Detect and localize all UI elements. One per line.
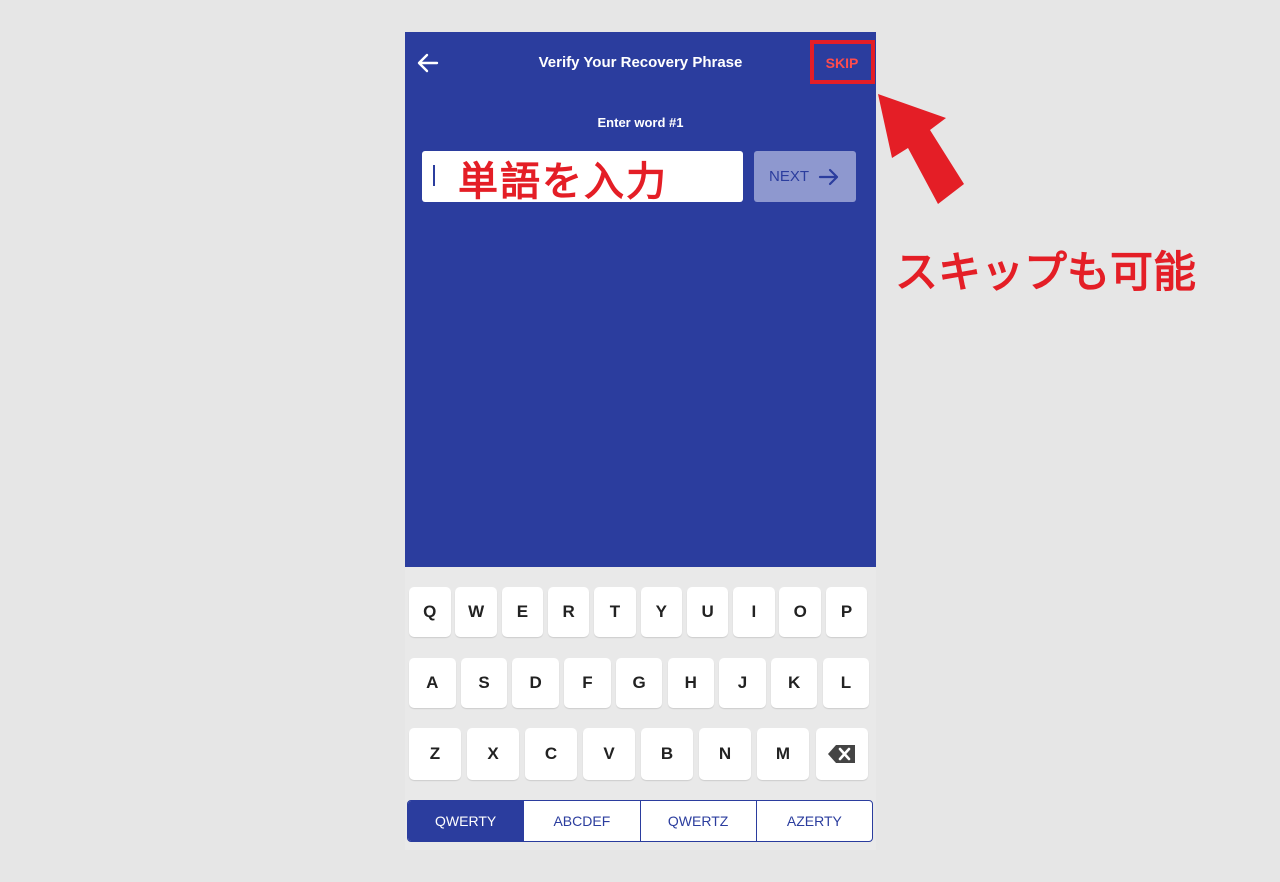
- backspace-icon: [828, 745, 855, 763]
- key-h[interactable]: H: [667, 658, 715, 708]
- skip-highlight-box: [810, 40, 875, 84]
- key-f[interactable]: F: [564, 658, 611, 708]
- key-b[interactable]: B: [641, 728, 693, 780]
- key-k[interactable]: K: [770, 658, 818, 708]
- key-o[interactable]: O: [779, 587, 821, 637]
- key-d[interactable]: D: [512, 658, 559, 708]
- layout-tab-abcdef[interactable]: ABCDEF: [523, 801, 639, 841]
- layout-tab-qwerty[interactable]: QWERTY: [408, 801, 524, 841]
- key-a[interactable]: A: [409, 658, 456, 708]
- layout-tab-qwertz[interactable]: QWERTZ: [639, 801, 756, 841]
- top-bar: Verify Your Recovery Phrase SKIP: [405, 32, 876, 92]
- on-screen-keyboard: QWERTYUIOPASDFGHJKLZXCVBNM QWERTY ABCDEF…: [405, 567, 876, 850]
- next-button[interactable]: NEXT: [754, 151, 856, 202]
- key-u[interactable]: U: [686, 587, 729, 637]
- next-label: NEXT: [768, 168, 809, 185]
- pointer-arrow-icon: [878, 94, 964, 204]
- key-j[interactable]: J: [719, 658, 766, 708]
- backspace-key[interactable]: [816, 728, 868, 780]
- key-c[interactable]: C: [525, 728, 577, 780]
- skip-annotation: スキップも可能: [895, 248, 1196, 298]
- key-l[interactable]: L: [822, 658, 870, 708]
- arrow-right-icon: [818, 168, 839, 185]
- key-s[interactable]: S: [460, 658, 508, 708]
- word-prompt: Enter word #1: [597, 115, 684, 130]
- key-z[interactable]: Z: [409, 728, 461, 780]
- page-title: Verify Your Recovery Phrase: [538, 54, 743, 71]
- key-m[interactable]: M: [757, 728, 809, 780]
- text-caret: [433, 165, 435, 186]
- key-q[interactable]: Q: [409, 587, 451, 637]
- key-e[interactable]: E: [501, 587, 544, 637]
- key-i[interactable]: I: [733, 587, 775, 637]
- key-g[interactable]: G: [615, 658, 663, 708]
- key-v[interactable]: V: [583, 728, 635, 780]
- key-w[interactable]: W: [455, 587, 497, 637]
- layout-selector: QWERTY ABCDEF QWERTZ AZERTY: [407, 800, 873, 842]
- layout-tab-azerty[interactable]: AZERTY: [755, 801, 872, 841]
- key-p[interactable]: P: [825, 587, 868, 637]
- input-annotation: 単語を入力: [458, 159, 668, 205]
- key-y[interactable]: Y: [640, 587, 683, 637]
- key-n[interactable]: N: [699, 728, 751, 780]
- key-r[interactable]: R: [547, 587, 590, 637]
- key-t[interactable]: T: [594, 587, 636, 637]
- key-x[interactable]: X: [467, 728, 519, 780]
